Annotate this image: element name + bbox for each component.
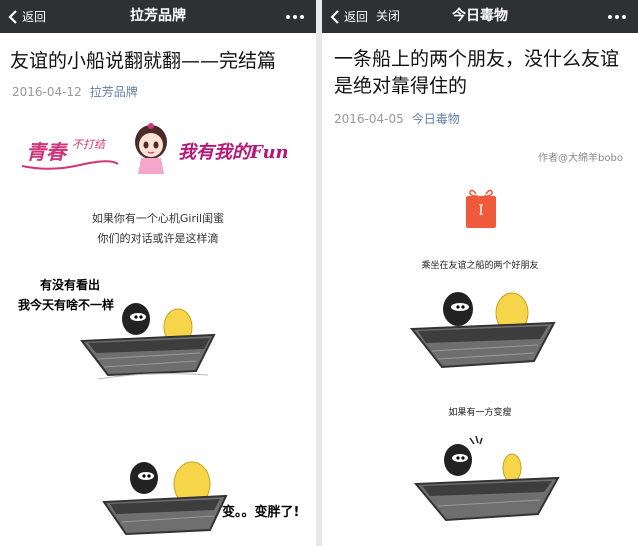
gift-letter: I: [478, 203, 484, 219]
left-back-label: 返回: [22, 10, 47, 24]
right-back-button[interactable]: 返回: [330, 0, 368, 33]
right-boat-scene-2: [413, 435, 560, 522]
right-navbar: 返回 关闭 今日毒物: [322, 0, 638, 33]
ninja-character-icon: [443, 292, 473, 326]
ninja-character-icon: [122, 303, 150, 335]
girl-mascot-icon: [135, 123, 167, 174]
left-boat-scene-2: [102, 461, 228, 536]
left-article-panel: 返回 拉芳品牌 友谊的小船说翻就翻——完结篇 2016-04-12 拉芳品牌 青春…: [0, 0, 316, 546]
close-button[interactable]: 关闭: [376, 0, 400, 33]
more-icon[interactable]: [286, 0, 304, 33]
right-article-title: 一条船上的两个朋友，没什么友谊是绝对靠得住的: [334, 48, 620, 97]
left-account-link[interactable]: 拉芳品牌: [90, 85, 138, 99]
chevron-left-icon: [330, 9, 339, 24]
left-caption-line-2: 你们的对话或许是这样滴: [97, 232, 219, 245]
left-article-meta: 2016-04-12 拉芳品牌: [12, 83, 138, 100]
right-caption-2: 如果有一方变瘦: [448, 408, 512, 418]
left-nav-title: 拉芳品牌: [130, 8, 186, 24]
right-nav-title: 今日毒物: [452, 8, 508, 24]
left-back-button[interactable]: 返回: [8, 0, 46, 33]
comic-bubble-1: 有没有看出: [40, 278, 101, 292]
right-article-meta: 2016-04-05 今日毒物: [334, 110, 460, 127]
chevron-left-icon: [8, 9, 17, 24]
right-article-panel: 返回 关闭 今日毒物 一条船上的两个朋友，没什么友谊是绝对靠得住的 2016-0…: [322, 0, 638, 546]
ninja-character-icon: [130, 462, 158, 494]
banner-right-text: 我有我的Fun: [178, 142, 289, 163]
right-back-label: 返回: [344, 10, 369, 24]
left-boat-scene-1: [80, 303, 216, 380]
left-article-date: 2016-04-12: [12, 85, 82, 99]
more-icon[interactable]: [608, 0, 626, 33]
right-boat-scene-1: [410, 292, 556, 369]
banner-left-small-text: 不打结: [72, 138, 105, 151]
right-caption-1: 乘坐在友谊之船的两个好朋友: [421, 261, 539, 271]
banner-ribbon-icon: [21, 160, 119, 170]
left-navbar: 返回 拉芳品牌: [0, 0, 316, 33]
left-caption-line-1: 如果你有一个心机Giril闺蜜: [91, 212, 225, 225]
comic-bubble-3: 变。。变胖了!: [222, 505, 300, 520]
right-article-date: 2016-04-05: [334, 112, 404, 126]
chick-character-icon: [502, 453, 522, 483]
right-account-link[interactable]: 今日毒物: [412, 112, 460, 126]
ninja-character-icon: [444, 435, 483, 476]
left-article-title: 友谊的小船说翻就翻——完结篇: [10, 50, 277, 72]
author-credit: 作者@大绵羊bobo: [538, 153, 623, 164]
